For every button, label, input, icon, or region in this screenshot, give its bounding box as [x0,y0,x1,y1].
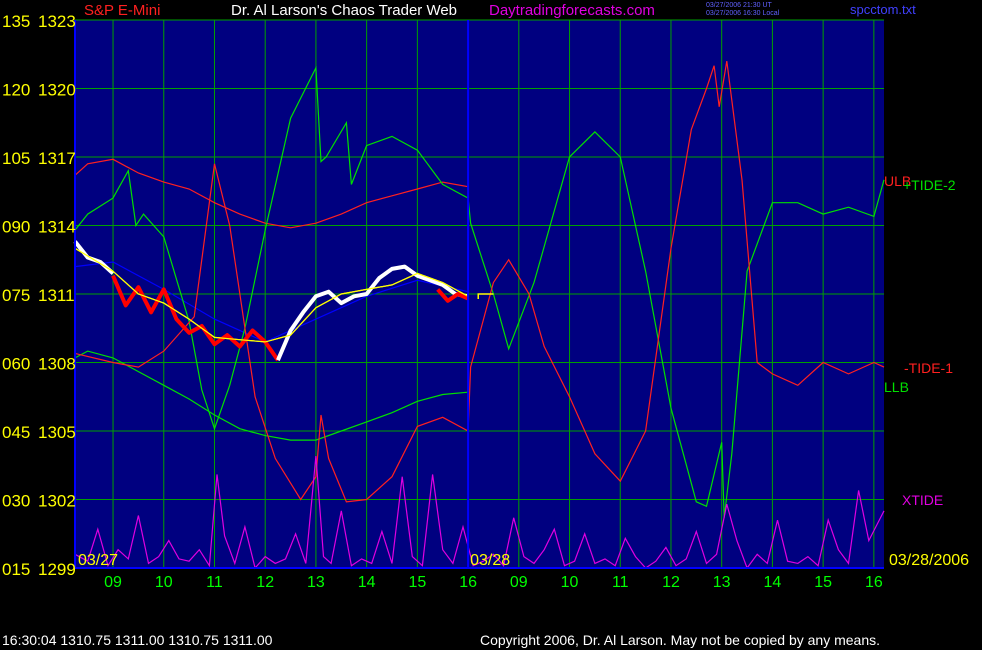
x-tick-label: 10 [155,574,173,591]
x-tick-label: 14 [764,574,782,591]
quote-readout: 16:30:04 1310.75 1311.00 1310.75 1311.00 [2,632,273,648]
y-price-label: 1302 [38,492,76,511]
legend-label: -TIDE-1 [904,360,953,376]
y-index-label: 135 [2,12,30,31]
x-tick-label: 16 [865,574,883,591]
date-label-mid: 03/28 [470,552,510,569]
timestamp-local: 03/27/2006 16:30 Local [706,10,780,17]
x-tick-label: 15 [408,574,426,591]
x-tick-label: 12 [256,574,274,591]
x-tick-label: 12 [662,574,680,591]
x-tick-label: 11 [206,574,223,591]
chart-window: 135 1323 120 1320 105 1317 090 1314 075 1311 060 13… [0,0,982,650]
chart-symbol: S&P E-Mini [84,2,161,19]
y-index-label: 120 [2,81,30,100]
y-index-label: 090 [2,218,30,237]
x-tick-label: 09 [104,574,122,591]
timestamp-ut: 03/27/2006 21:30 UT [706,2,772,9]
y-price-label: 1305 [38,423,76,442]
y-index-label: 015 [2,560,30,579]
x-tick-label: 14 [358,574,376,591]
x-tick-label: 16 [459,574,477,591]
y-price-label: 1314 [38,218,76,237]
chart-svg: 135 1323120 1320105 1317090 1314075 1311060 13… [2,12,969,591]
y-index-label: 105 [2,149,30,168]
site-link[interactable]: Daytradingforecasts.com [489,2,655,19]
x-tick-label: 11 [612,574,629,591]
y-index-label: 045 [2,423,30,442]
date-label-end: 03/28/2006 [889,552,969,569]
y-index-label: 060 [2,355,30,374]
x-tick-label: 10 [561,574,579,591]
y-price-label: 1299 [38,560,76,579]
y-price-label: 1308 [38,355,76,374]
y-index-label: 030 [2,492,30,511]
y-index-label: 075 [2,286,30,305]
y-price-label: 1317 [38,149,76,168]
x-tick-label: 09 [510,574,528,591]
x-tick-label: 15 [814,574,832,591]
legend-label: LLB [884,379,909,395]
y-price-label: 1323 [38,12,76,31]
x-tick-label: 13 [713,574,731,591]
y-price-label: 1311 [38,286,75,305]
data-file-name: spcctom.txt [850,2,916,17]
y-price-label: 1320 [38,81,76,100]
date-label-start: 03/27 [78,552,118,569]
legend-label: XTIDE [902,492,943,508]
copyright-notice: Copyright 2006, Dr. Al Larson. May not b… [480,632,881,648]
x-tick-label: 13 [307,574,325,591]
chart-site-title: Dr. Al Larson's Chaos Trader Web [231,2,458,19]
legend-label: +TIDE-2 [903,177,956,193]
